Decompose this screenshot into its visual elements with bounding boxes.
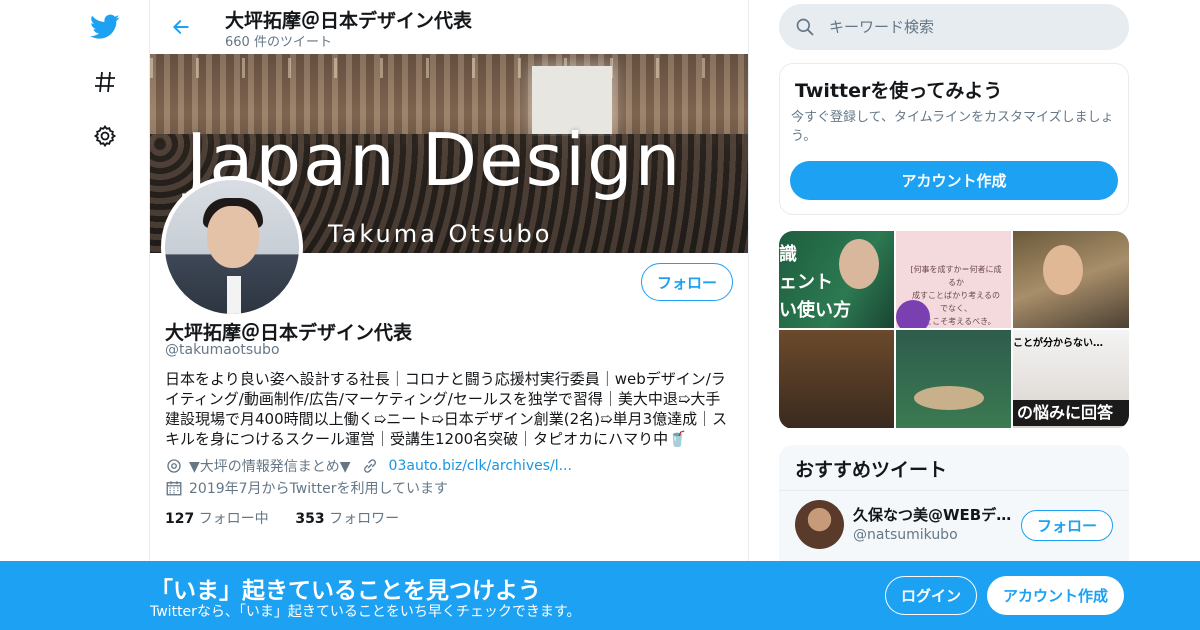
media-tile-text: 識 ェント い使い方 — [779, 244, 851, 321]
signup-banner: 「いま」起きていることを見つけよう Twitterなら、「いま」起きていることを… — [0, 561, 1200, 630]
recommended-user-handle: @natsumikubo — [853, 527, 958, 543]
media-tile-caption: ことが分からない… — [1013, 338, 1103, 349]
following-label: フォロー中 — [198, 511, 269, 527]
tweet-count: 660 件のツイート — [225, 35, 332, 50]
profile-meta-joined: 2019年7月からTwitterを利用しています — [165, 478, 448, 498]
search-input[interactable] — [829, 4, 1119, 50]
header-title: 大坪拓摩＠日本デザイン代表 — [225, 10, 473, 32]
follow-counts: 127 フォロー中 353 フォロワー — [165, 508, 399, 528]
media-decoration — [896, 300, 930, 328]
left-nav — [0, 0, 150, 630]
settings-link[interactable] — [84, 115, 126, 157]
login-button[interactable]: ログイン — [885, 576, 977, 615]
profile-handle: @takumaotsubo — [165, 342, 280, 358]
profile-link[interactable]: 03auto.biz/clk/archives/l... — [389, 458, 572, 474]
recommended-user-name: 久保なつ美@WEBデザイナー — [853, 506, 1015, 524]
profile-header: 大坪拓摩＠日本デザイン代表 660 件のツイート — [150, 0, 748, 53]
signup-title: Twitterを使ってみよう — [795, 80, 1003, 102]
media-tile[interactable] — [896, 330, 1011, 428]
calendar-icon — [166, 481, 182, 496]
link-icon — [363, 459, 376, 473]
recommended-follow-button[interactable]: フォロー — [1021, 510, 1113, 541]
banner-subtitle: Takuma Otsubo — [328, 220, 553, 248]
gear-icon — [93, 124, 117, 148]
media-tile[interactable] — [1013, 231, 1129, 328]
twitter-bird-icon — [90, 14, 120, 39]
media-grid: 識 ェント い使い方 [何事を成すか＝何者に成るか 成すことばかり考えるのでなく… — [779, 231, 1129, 429]
profile-column: 大坪拓摩＠日本デザイン代表 660 件のツイート Japan Design Ta… — [149, 0, 749, 630]
media-tile[interactable]: ことが分からない… の悩みに回答 — [1013, 330, 1129, 428]
media-table — [914, 386, 984, 410]
media-person — [1043, 245, 1083, 295]
avatar-shirt — [227, 276, 241, 314]
profile-joined: 2019年7月からTwitterを利用しています — [189, 481, 449, 497]
signup-banner-title: 「いま」起きていることを見つけよう — [150, 578, 541, 604]
search-icon — [796, 18, 814, 36]
media-tile-headline: の悩みに回答 — [1013, 400, 1129, 426]
profile-meta-location: ▼大坪の情報発信まとめ▼ 03auto.biz/clk/archives/l..… — [165, 456, 572, 476]
followers-link[interactable]: 353 フォロワー — [295, 511, 399, 527]
profile-bio: 日本をより良い姿へ設計する社長｜コロナと闘う応援村実行委員｜webデザイン/ライ… — [165, 370, 728, 448]
hashtag-icon — [95, 71, 115, 93]
followers-count: 353 — [295, 511, 325, 527]
profile-location: ▼大坪の情報発信まとめ▼ — [189, 459, 351, 475]
following-count: 127 — [165, 511, 195, 527]
followers-label: フォロワー — [329, 511, 400, 527]
explore-link[interactable] — [84, 61, 126, 103]
recommended-user[interactable]: 久保なつ美@WEBデザイナー @natsumikubo フォロー — [779, 490, 1129, 560]
profile-name: 大坪拓摩＠日本デザイン代表 — [165, 322, 413, 344]
search-box[interactable] — [779, 4, 1129, 50]
twitter-home-link[interactable] — [84, 6, 126, 48]
follow-button[interactable]: フォロー — [641, 263, 733, 301]
signup-button[interactable]: アカウント作成 — [987, 576, 1124, 615]
right-sidebar: Twitterを使ってみよう 今すぐ登録して、タイムラインをカスタマイズしましょ… — [779, 0, 1129, 630]
signup-description: 今すぐ登録して、タイムラインをカスタマイズしましょう。 — [791, 110, 1114, 144]
avatar-face — [207, 206, 259, 268]
back-button[interactable] — [164, 10, 198, 44]
signup-card: Twitterを使ってみよう 今すぐ登録して、タイムラインをカスタマイズしましょ… — [779, 63, 1129, 215]
banner-lights — [150, 58, 748, 78]
avatar[interactable] — [795, 500, 844, 549]
create-account-button[interactable]: アカウント作成 — [790, 161, 1118, 200]
profile-avatar[interactable] — [161, 176, 303, 318]
media-tile[interactable] — [779, 330, 894, 428]
following-link[interactable]: 127 フォロー中 — [165, 511, 269, 527]
signup-banner-subtitle: Twitterなら、「いま」起きていることをいち早くチェックできます。 — [150, 604, 581, 620]
back-arrow-icon — [173, 20, 189, 34]
media-tile[interactable]: 識 ェント い使い方 — [779, 231, 894, 328]
location-icon — [167, 459, 181, 473]
recommended-title: おすすめツイート — [795, 459, 948, 481]
media-tile[interactable]: [何事を成すか＝何者に成るか 成すことばかり考えるのでなく、 ことこそ考えるべき… — [896, 231, 1011, 328]
